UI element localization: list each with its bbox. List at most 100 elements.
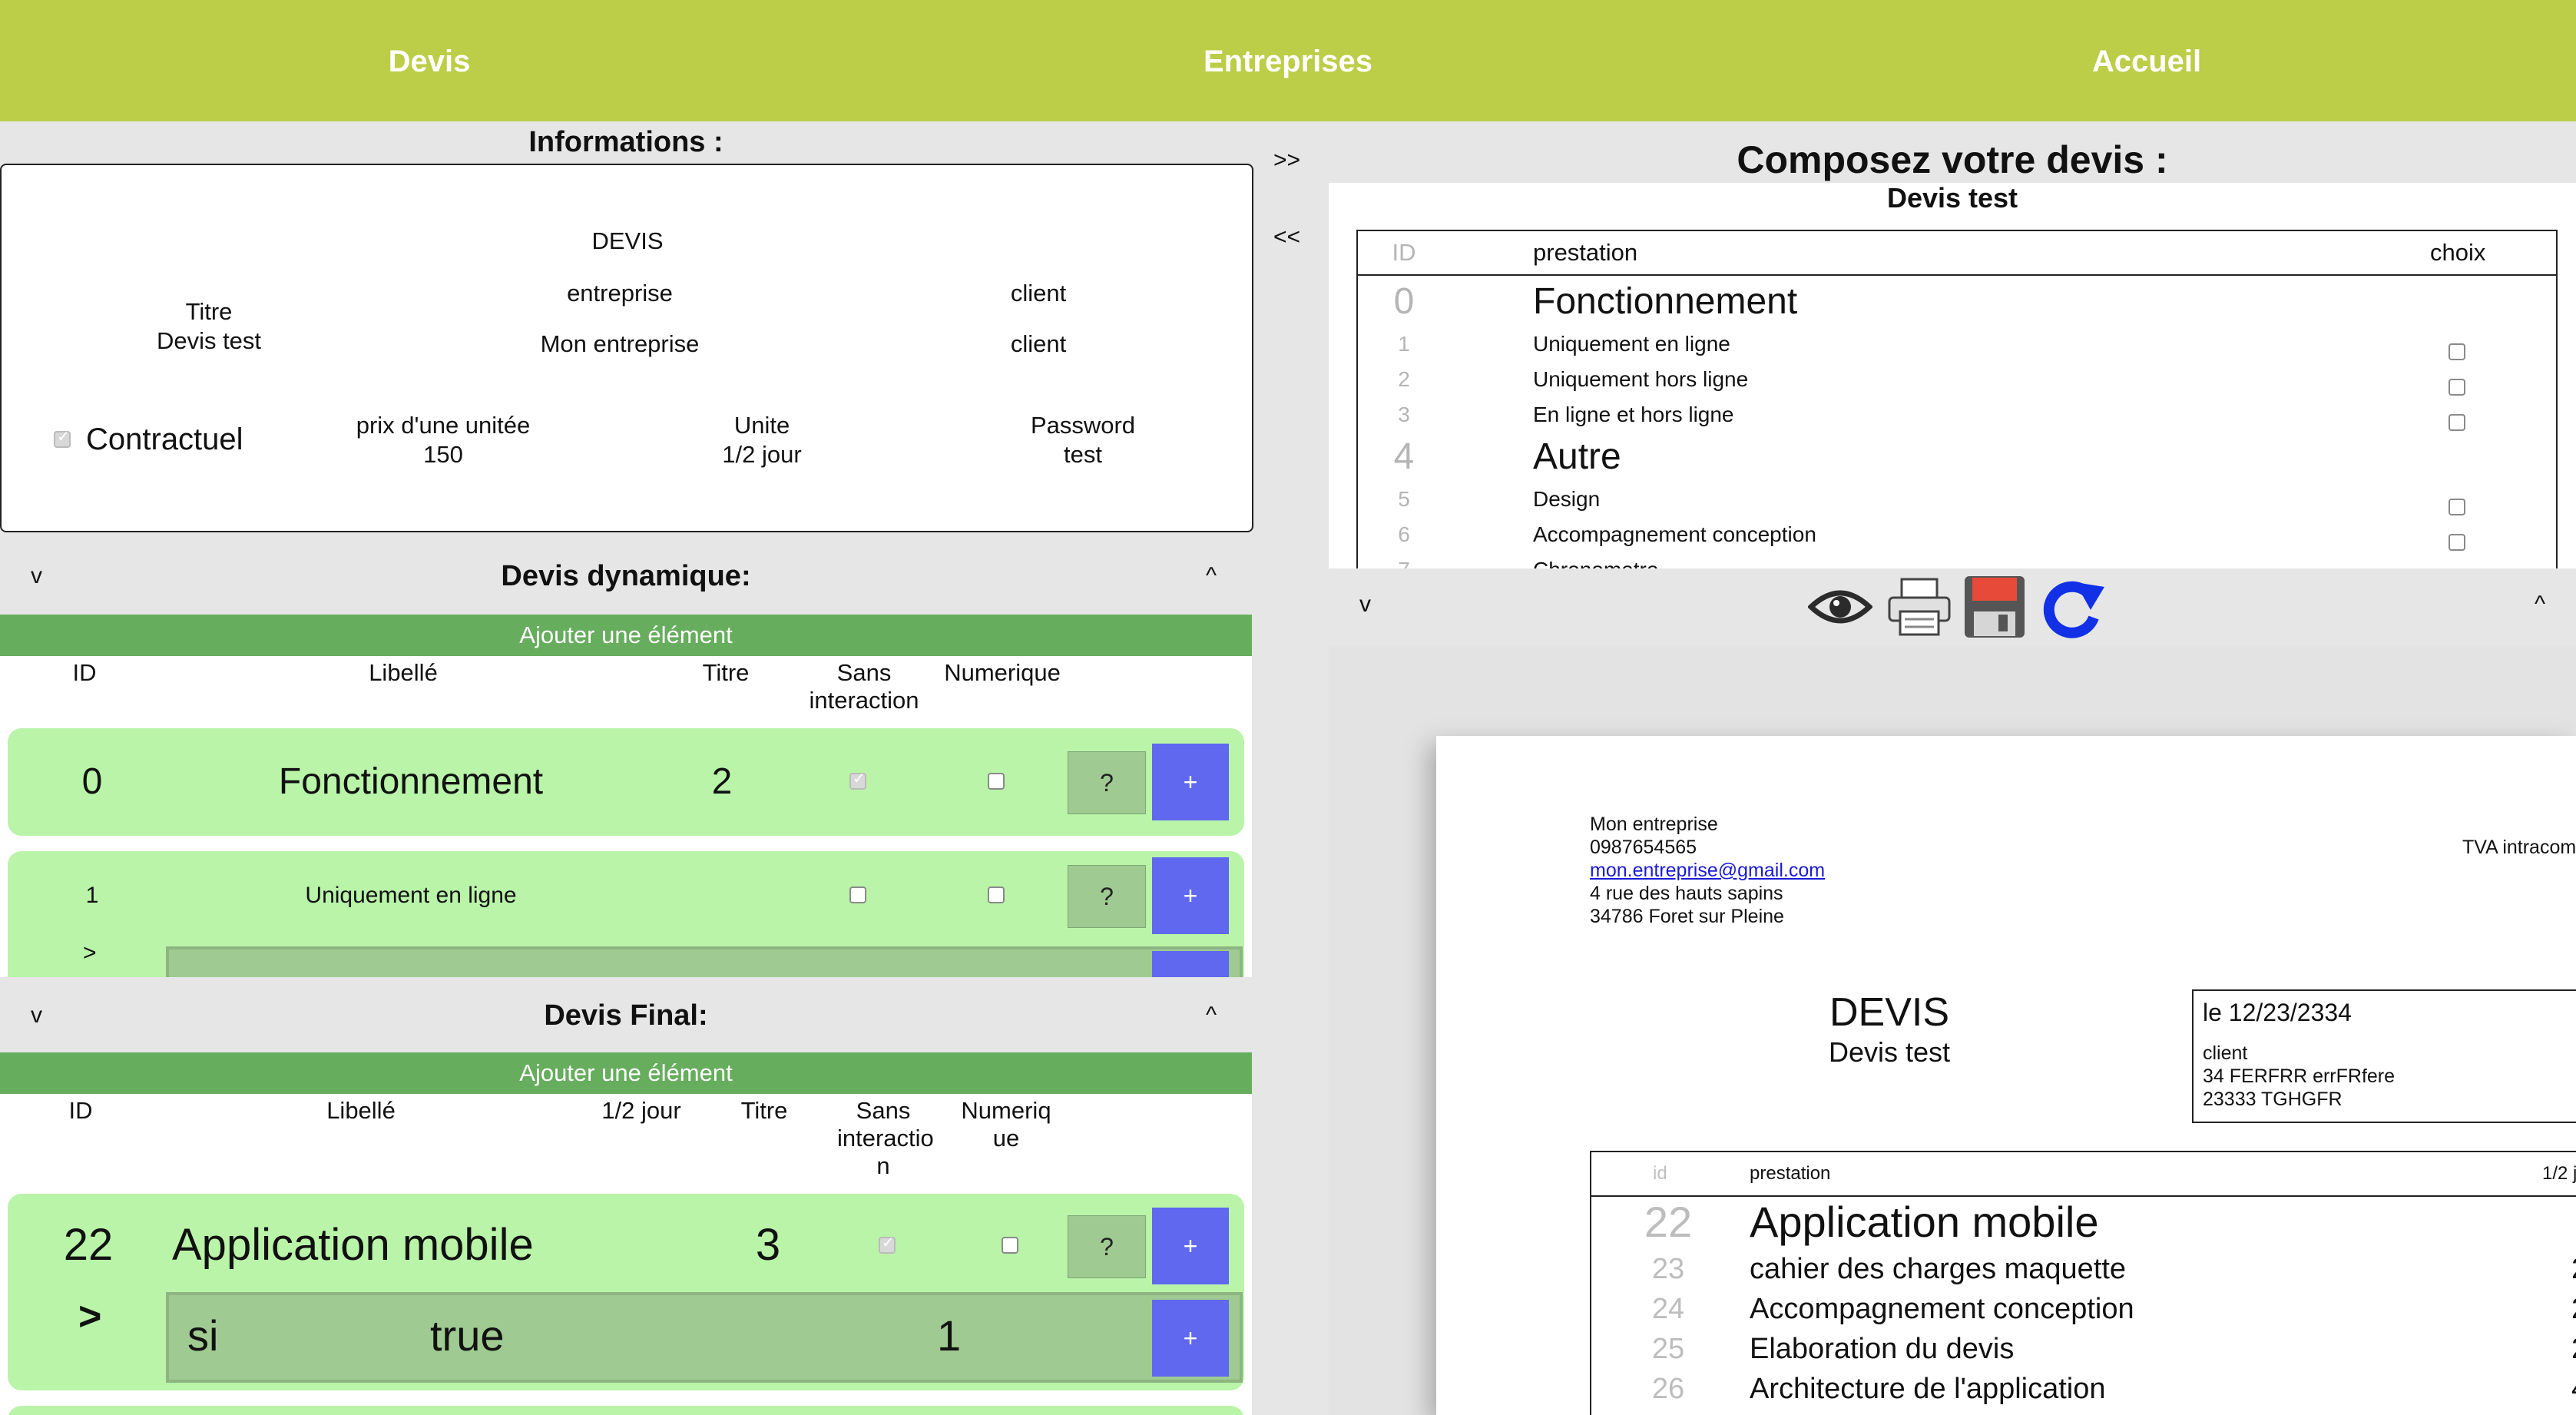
expand-right-button[interactable]: >> (1273, 147, 1300, 174)
subrow-toggle[interactable]: > (78, 1294, 101, 1340)
condition-value[interactable]: true (430, 1311, 505, 1361)
preview-table: id prestation 1/2 j 22 Application mobil… (1590, 1151, 2576, 1415)
printer-icon[interactable] (1886, 576, 1952, 638)
client-name: client (2203, 1042, 2248, 1064)
col-prestation: prestation (1750, 1163, 1831, 1184)
choice-id: 1 (1398, 332, 1410, 356)
sans-interaction-checkbox[interactable] (849, 769, 866, 794)
sans-interaction-checkbox[interactable] (849, 886, 866, 907)
choice-checkbox[interactable] (2449, 371, 2465, 406)
compose-subtitle: Devis test (1886, 182, 2018, 214)
numerique-checkbox[interactable] (988, 886, 1005, 907)
choice-id: 3 (1398, 403, 1410, 426)
condition-keyword: si (187, 1311, 219, 1360)
choice-checkbox[interactable] (2449, 491, 2465, 526)
col-prestation: prestation (1533, 239, 1638, 266)
help-button[interactable]: ? (1068, 1215, 1146, 1278)
choice-checkbox[interactable] (2449, 406, 2465, 442)
row-label[interactable]: Uniquement en ligne (192, 880, 630, 911)
entreprise-value[interactable]: Mon entreprise (485, 330, 754, 359)
unite-value[interactable]: 1/2 jour (647, 440, 877, 469)
col-numerique: Numeriq ue (961, 1097, 1051, 1152)
devis-dynamique-header: Devis dynamique: v ^ (0, 538, 1252, 615)
nav-accueil[interactable]: Accueil (1717, 0, 2576, 121)
choice-table-header: ID prestation choix (1358, 231, 2556, 276)
choice-id: 7 (1358, 552, 1450, 569)
client-box: le 12/23/2334 client 34 FERFRR errFRfere… (2192, 989, 2576, 1123)
top-navigation-bar: Devis Entreprises Accueil (0, 0, 2576, 121)
refresh-icon[interactable] (2037, 573, 2106, 642)
add-child-button[interactable]: + (1152, 857, 1229, 934)
devis-dynamique-title: Devis dynamique: (501, 560, 751, 592)
condition-number[interactable]: 1 (937, 1311, 961, 1361)
final-add-element-button[interactable]: Ajouter une élément (0, 1052, 1252, 1094)
dynamique-expand-button[interactable]: ^ (1206, 538, 1217, 615)
help-button[interactable]: ? (1068, 865, 1146, 928)
help-button[interactable]: ? (1068, 751, 1146, 814)
preview-line: 24 Accompagnement conception 2 (1591, 1289, 2576, 1329)
preview-expand-button[interactable]: ^ (2535, 592, 2545, 618)
client-label: client (1010, 280, 1067, 307)
prix-value[interactable]: 150 (301, 440, 585, 469)
nav-devis[interactable]: Devis (0, 0, 859, 121)
condition-subrow: si true 1 (166, 1292, 1243, 1383)
row-label[interactable]: Application mobile (172, 1218, 664, 1272)
contractuel-checkbox[interactable] (54, 427, 71, 452)
add-child-button[interactable] (1152, 951, 1229, 977)
preview-line: 25 Elaboration du devis 2 (1591, 1329, 2576, 1369)
numerique-checkbox[interactable] (988, 773, 1005, 794)
informations-panel: DEVIS Titre Devis test entreprise Mon en… (0, 164, 1253, 532)
preview-line: 23 cahier des charges maquette 2 (1591, 1249, 2576, 1289)
add-child-button[interactable]: + (1152, 1208, 1229, 1284)
titre-label: Titre (185, 298, 233, 325)
informations-title: Informations : (528, 126, 723, 158)
dynamique-collapse-button[interactable]: v (31, 538, 42, 615)
company-street: 4 rue des hauts sapins (1590, 883, 1783, 904)
col-id: ID (1392, 239, 1416, 266)
eye-icon[interactable] (1808, 584, 1872, 630)
numerique-checkbox[interactable] (1002, 1237, 1018, 1258)
table-row (8, 1406, 1244, 1415)
subrow-toggle[interactable]: > (83, 940, 97, 966)
prix-label: prix d'une unitée (356, 412, 531, 439)
sans-interaction-checkbox[interactable] (879, 1233, 896, 1258)
company-email-link[interactable]: mon.entreprise@gmail.com (1590, 859, 1825, 882)
col-sans-interaction: Sans interactio n (837, 1097, 934, 1179)
choice-label: Design (1533, 487, 1601, 511)
titre-value[interactable]: Devis test (94, 326, 324, 356)
table-row: 1 Uniquement en ligne ? + > (8, 851, 1244, 977)
row-label[interactable]: Fonctionnement (192, 759, 630, 805)
password-value[interactable]: test (968, 440, 1198, 469)
entreprise-label: entreprise (567, 280, 673, 307)
nav-entreprises[interactable]: Entreprises (859, 0, 1717, 121)
client-value[interactable]: client (923, 330, 1154, 359)
choice-id: 4 (1393, 436, 1415, 477)
doc-subtitle: Devis test (1828, 1036, 1951, 1068)
prestation-choice-table: ID prestation choix 0 Fonctionnement 1 U… (1356, 230, 2558, 569)
line-id: 26 (1651, 1373, 1685, 1405)
dynamique-add-element-button[interactable]: Ajouter une élément (0, 615, 1252, 656)
table-row: 22 Application mobile 3 ? + > si true 1 … (8, 1194, 1244, 1390)
add-child-button[interactable]: + (1152, 1300, 1229, 1377)
row-titre[interactable]: 2 (676, 759, 768, 805)
doc-title: DEVIS (1829, 990, 1950, 1035)
line-label: cahier des charges maquette (1750, 1253, 2127, 1285)
company-name: Mon entreprise (1590, 814, 1718, 835)
preview-collapse-button[interactable]: v (1359, 592, 1371, 618)
collapse-left-button[interactable]: << (1273, 224, 1300, 250)
choice-checkbox[interactable] (2449, 336, 2465, 371)
col-id: ID (72, 659, 97, 686)
password-label: Password (1030, 412, 1136, 439)
row-id: 1 (85, 883, 99, 908)
line-label: Application mobile (1750, 1198, 2099, 1246)
floppy-disk-icon[interactable] (1963, 575, 2026, 639)
add-child-button[interactable]: + (1152, 744, 1229, 820)
final-expand-button[interactable]: ^ (1206, 977, 1217, 1054)
row-titre[interactable]: 3 (714, 1218, 822, 1272)
devis-heading: DEVIS (591, 227, 664, 254)
final-collapse-button[interactable]: v (31, 977, 42, 1054)
choice-checkbox[interactable] (2449, 526, 2465, 562)
line-id: 22 (1644, 1198, 1693, 1246)
devis-preview-page: Mon entreprise 0987654565 mon.entreprise… (1436, 736, 2576, 1415)
choice-label: Chronometre (1533, 552, 1658, 569)
